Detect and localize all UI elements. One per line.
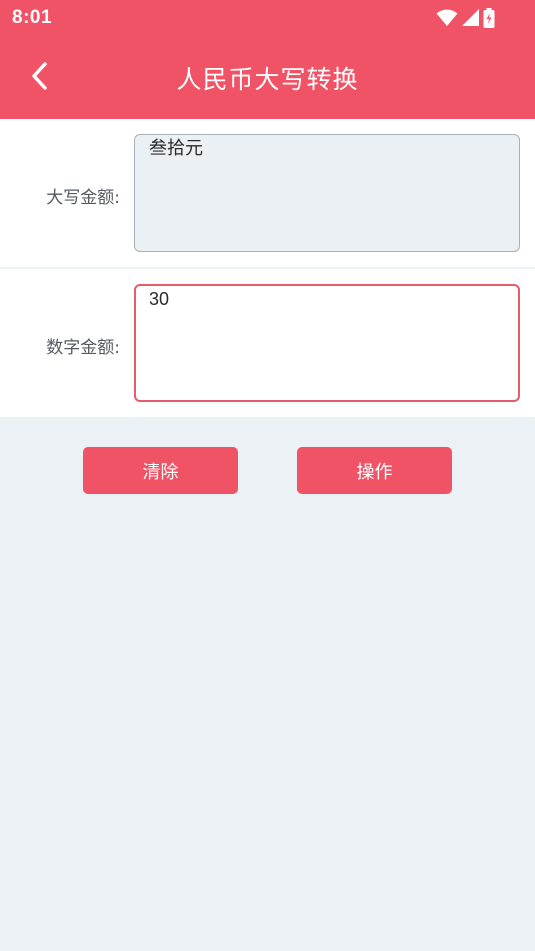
status-icons [436, 8, 495, 28]
uppercase-amount-label: 大写金额: [46, 188, 120, 208]
number-amount-label: 数字金额: [46, 338, 120, 358]
status-bar: 8:01 [0, 0, 535, 36]
operate-button[interactable]: 操作 [297, 447, 452, 494]
page-title: 人民币大写转换 [176, 65, 359, 94]
uppercase-amount-row: 大写金额: 叁拾元 [0, 119, 535, 267]
number-amount-input[interactable]: 30 [134, 284, 520, 402]
status-time: 8:01 [12, 7, 53, 28]
toolbar: 人民币大写转换 [0, 36, 535, 119]
number-amount-row: 数字金额: 30 [0, 269, 535, 417]
uppercase-amount-field: 叁拾元 [134, 134, 520, 252]
clear-button[interactable]: 清除 [83, 447, 238, 494]
wifi-icon [436, 9, 458, 27]
battery-charging-icon [483, 8, 495, 28]
cellular-signal-icon [461, 9, 480, 27]
app-header: 8:01 人民币大写转换 [0, 0, 535, 119]
